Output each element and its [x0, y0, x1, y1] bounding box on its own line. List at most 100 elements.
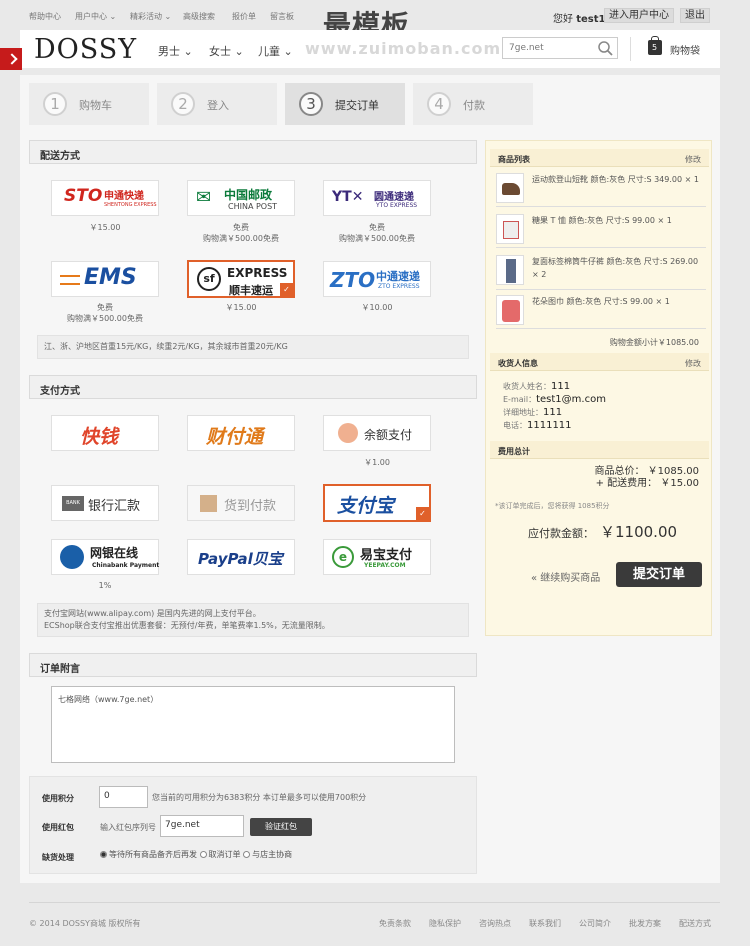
points-input[interactable]: 0 — [99, 786, 148, 808]
payment-option-bank-transfer[interactable]: BANK 银行汇款 — [51, 485, 159, 521]
shipping-free-note: 购物满￥500.00免费 — [203, 234, 279, 243]
shopping-bag-icon[interactable]: 5 — [648, 36, 662, 55]
stock-option-wait[interactable]: 等待所有商品备齐后再发 — [100, 850, 197, 859]
item-text[interactable]: 运动款登山短靴 颜色:灰色 尺寸:S 349.00 × 1 — [532, 173, 704, 186]
payment-option-kuaiqian[interactable]: 快钱 — [51, 415, 159, 451]
logo-text: 财付通 — [206, 426, 264, 448]
footer-link-privacy[interactable]: 隐私保护 — [429, 918, 461, 929]
step-login: 2 登入 — [157, 83, 277, 125]
box-icon — [200, 495, 217, 512]
submit-order-button[interactable]: 提交订单 — [616, 562, 702, 587]
shipping-price: ￥15.00 — [89, 223, 121, 232]
payment-option-yeepay[interactable]: e 易宝支付 YEEPAY.COM — [323, 539, 431, 575]
stock-option-negotiate[interactable]: 与店主协商 — [243, 850, 292, 859]
balance-face-icon — [338, 423, 358, 443]
logo-text: 银行汇款 — [88, 499, 141, 514]
top-link-quote[interactable]: 报价单 — [232, 11, 256, 22]
product-thumbnail[interactable] — [496, 295, 524, 325]
top-link-help[interactable]: 帮助中心 — [29, 11, 61, 22]
payment-option-alipay[interactable]: 支付宝 — [323, 484, 431, 522]
nav-women[interactable]: 女士 ⌄ — [209, 43, 244, 59]
nav-men[interactable]: 男士 ⌄ — [158, 43, 193, 59]
chevron-down-icon: ⌄ — [283, 45, 293, 58]
stock-option-cancel[interactable]: 取消订单 — [199, 850, 241, 859]
payment-option-chinabank[interactable]: 网银在线 Chinabank Payment — [51, 539, 159, 575]
logo-sub: Chinabank Payment — [92, 562, 160, 569]
verify-bonus-button[interactable]: 验证红包 — [250, 818, 312, 836]
bonus-input[interactable]: 7ge.net — [160, 815, 244, 837]
edit-items-link[interactable]: 修改 — [685, 154, 701, 165]
footer-link-disclaimer[interactable]: 免责条款 — [379, 918, 411, 929]
step-number: 4 — [427, 92, 451, 116]
list-item: 花朵图巾 颜色:灰色 尺寸:S 99.00 × 1 — [496, 291, 706, 329]
chevron-down-icon: ⌄ — [183, 45, 193, 58]
logo-sub: EXPRESS — [227, 266, 288, 280]
stock-label: 缺货处理 — [42, 853, 74, 862]
top-link-user-center[interactable]: 用户中心 ⌄ — [75, 11, 116, 22]
payment-option-tenpay[interactable]: 财付通 — [187, 415, 295, 451]
edit-consignee-link[interactable]: 修改 — [685, 358, 701, 369]
top-link-advanced-search[interactable]: 高级搜索 — [183, 11, 215, 22]
item-text[interactable]: 花朵图巾 颜色:灰色 尺寸:S 99.00 × 1 — [532, 295, 704, 308]
shipping-section-header: 配送方式 — [29, 140, 477, 164]
footer-link-about[interactable]: 公司简介 — [579, 918, 611, 929]
item-text[interactable]: 复面标签棉筒牛仔裤 颜色:灰色 尺寸:S 269.00 × 2 — [532, 255, 704, 281]
footer-link-contact[interactable]: 联系我们 — [529, 918, 561, 929]
user-center-button[interactable]: 进入用户中心 — [604, 8, 674, 23]
section-title: 订单附言 — [40, 664, 80, 675]
logo-text: 快钱 — [80, 426, 119, 448]
payment-note-line: 支付宝网站(www.alipay.com) 是国内先进的网上支付平台。 — [44, 609, 261, 618]
shipping-option-china-post[interactable]: ✉ 中国邮政 CHINA POST — [187, 180, 295, 216]
shipping-option-zto[interactable]: ZTO 中通速递 ZTO EXPRESS — [323, 261, 431, 297]
search-input[interactable]: 7ge.net — [502, 37, 618, 59]
logout-button[interactable]: 退出 — [680, 8, 710, 23]
cart-label[interactable]: 购物袋 — [670, 42, 700, 57]
logo-sub: ZTO EXPRESS — [378, 283, 420, 290]
consignee-address: 详细地址：111 — [503, 407, 563, 418]
sf-logo-icon: sf — [197, 267, 221, 291]
consignee-name: 收货人姓名：111 — [503, 381, 571, 392]
zto-logo: ZTO — [330, 268, 376, 292]
items-header: 商品列表 修改 — [490, 149, 709, 167]
logo-sub: YTO EXPRESS — [376, 202, 418, 209]
radio-button[interactable] — [243, 851, 251, 858]
product-thumbnail[interactable] — [496, 173, 524, 203]
footer-link-wholesale[interactable]: 批发方案 — [629, 918, 661, 929]
subtotal: 购物金额小计￥1085.00 — [609, 338, 699, 347]
side-arrow-tab[interactable] — [0, 48, 22, 70]
logo-sub: CHINA POST — [228, 202, 278, 211]
stock-options: 等待所有商品备齐后再发 取消订单 与店主协商 — [100, 849, 292, 860]
shipping-option-yto[interactable]: YT✕ 圆通速递 YTO EXPRESS — [323, 180, 431, 216]
nav-kids[interactable]: 儿童 ⌄ — [258, 43, 293, 59]
chevron-down-icon: ⌄ — [164, 12, 172, 21]
continue-shopping-link[interactable]: « 继续购买商品 — [531, 569, 600, 584]
step-submit-order: 3 提交订单 — [285, 83, 405, 125]
logo[interactable]: DOSSY — [34, 34, 137, 65]
footer-link-delivery[interactable]: 配送方式 — [679, 918, 711, 929]
fee-header: 费用总计 — [490, 441, 709, 459]
payment-option-balance[interactable]: 余额支付 — [323, 415, 431, 451]
shipping-price: ￥10.00 — [361, 303, 393, 312]
shipping-price: ￥15.00 — [225, 303, 257, 312]
shipping-option-sf[interactable]: sf EXPRESS 顺丰速运 — [187, 260, 295, 298]
shipping-option-ems[interactable]: EMS — [51, 261, 159, 297]
payment-option-paypal[interactable]: PayPal贝宝 — [187, 539, 295, 575]
remark-textarea[interactable]: 七格网络（www.7ge.net） — [51, 686, 455, 763]
payment-section-header: 支付方式 — [29, 375, 477, 399]
product-thumbnail[interactable] — [496, 255, 524, 285]
product-thumbnail[interactable] — [496, 214, 524, 244]
yeepay-logo-icon: e — [332, 546, 354, 568]
radio-button[interactable] — [100, 851, 107, 858]
fee-title: 费用总计 — [498, 447, 530, 456]
chevron-down-icon: ⌄ — [234, 45, 244, 58]
points-hint: 您当前的可用积分为6383积分 本订单最多可以使用700积分 — [152, 793, 367, 802]
item-text[interactable]: 糖果 T 恤 颜色:灰色 尺寸:S 99.00 × 1 — [532, 214, 704, 227]
search-icon[interactable] — [597, 40, 614, 57]
radio-button[interactable] — [199, 851, 207, 858]
logo-text: EMS — [84, 265, 137, 290]
shipping-option-sto[interactable]: STO 申通快递 SHENTONG EXPRESS — [51, 180, 159, 216]
top-link-message-board[interactable]: 留言板 — [270, 11, 294, 22]
payment-option-cod[interactable]: 货到付款 — [187, 485, 295, 521]
footer-link-hotline[interactable]: 咨询热点 — [479, 918, 511, 929]
top-link-activities[interactable]: 精彩活动 ⌄ — [130, 11, 171, 22]
